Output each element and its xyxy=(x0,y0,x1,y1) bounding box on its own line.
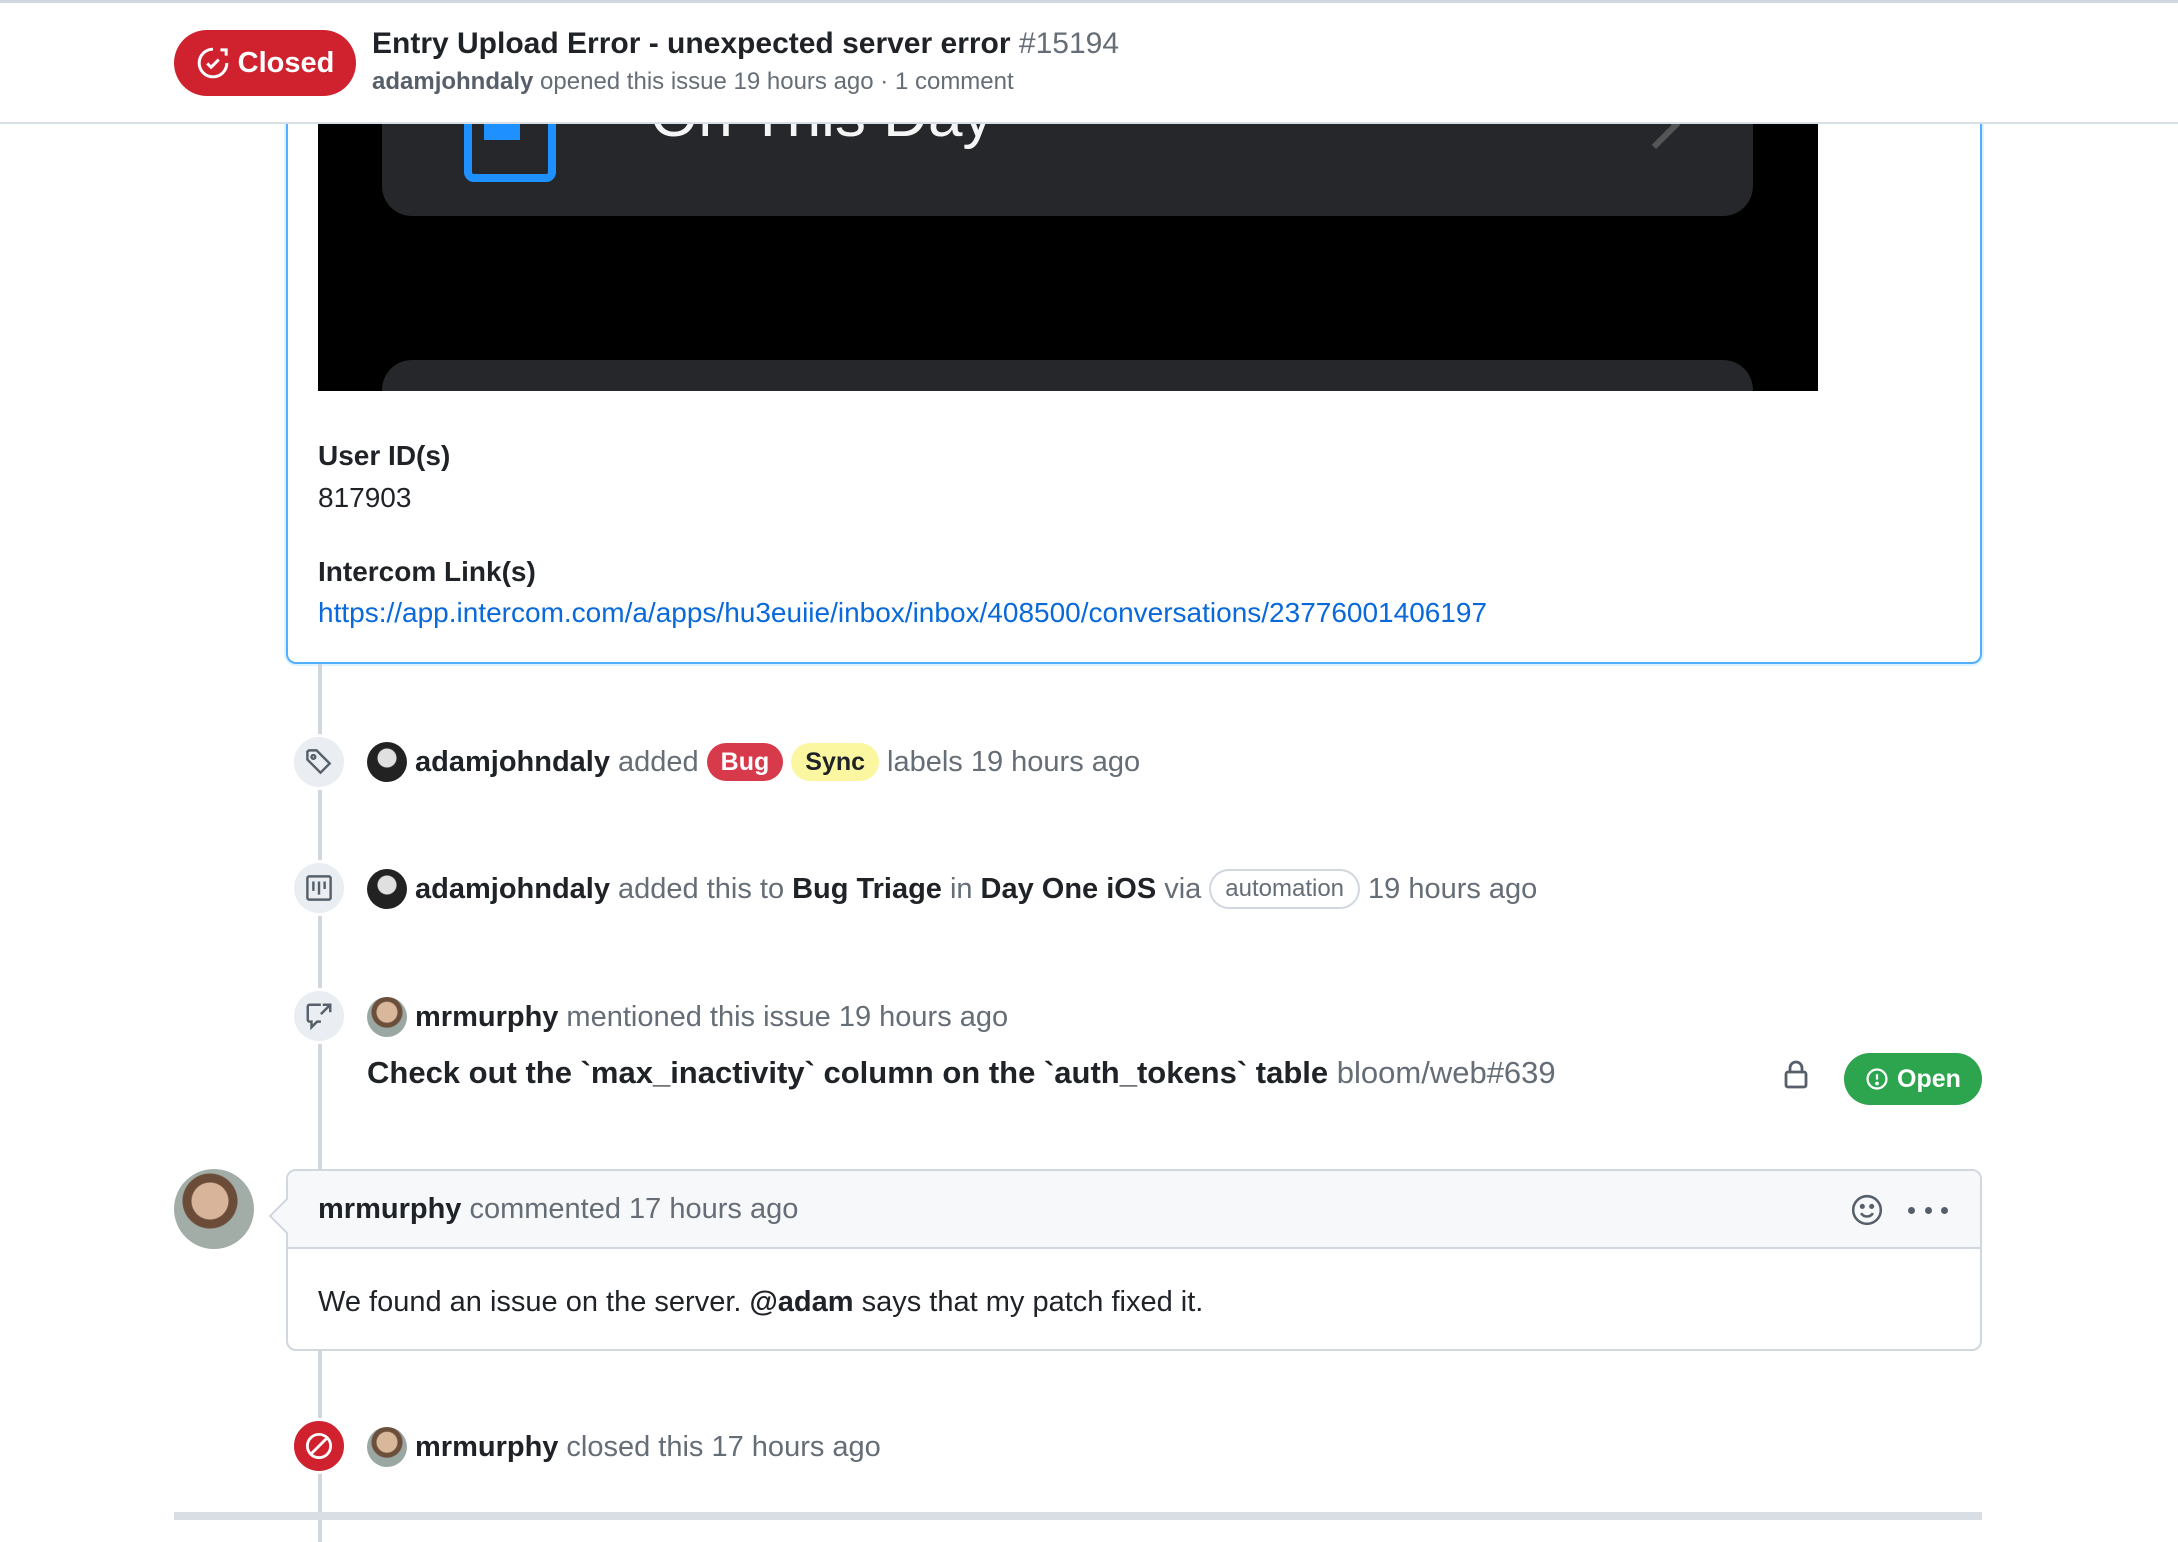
pr-status-label: Open xyxy=(1897,1064,1961,1093)
project-board-link[interactable]: Day One iOS xyxy=(981,873,1157,906)
cross-reference-repo[interactable]: bloom/web#639 xyxy=(1337,1055,1556,1090)
issue-opened-icon xyxy=(1866,1068,1888,1090)
timeline-event-project: adamjohndaly added this to Bug Triage in… xyxy=(367,866,1537,912)
timeline-event-closed: mrmurphy closed this 17 hours ago xyxy=(367,1424,881,1470)
cross-reference-icon xyxy=(306,1003,332,1031)
issue-meta-text: opened this issue 19 hours ago · 1 comme… xyxy=(540,68,1014,95)
comment-text: says that my patch fixed it. xyxy=(861,1286,1204,1318)
event-suffix: labels 19 hours ago xyxy=(887,745,1141,778)
timeline-end-divider xyxy=(174,1512,1982,1520)
tag-icon xyxy=(306,749,332,775)
timeline-event-labels: adamjohndaly added Bug Sync labels 19 ho… xyxy=(367,739,1140,785)
issue-sticky-header: Closed Entry Upload Error - unexpected s… xyxy=(0,0,2178,124)
event-actor-link[interactable]: mrmurphy xyxy=(415,1001,558,1034)
comment-card: mrmurphy commented 17 hours ago We found… xyxy=(286,1169,1982,1351)
screenshot-list-row: On This Day xyxy=(382,124,1753,216)
avatar[interactable] xyxy=(367,742,407,782)
chevron-right-icon xyxy=(1631,124,1681,150)
issue-title-text: Entry Upload Error - unexpected server e… xyxy=(372,27,1011,60)
timeline-badge-closed xyxy=(291,1418,347,1474)
pr-status-badge: Open xyxy=(1844,1053,1982,1105)
embedded-screenshot[interactable]: On This Day xyxy=(318,124,1818,391)
event-actor-link[interactable]: adamjohndaly xyxy=(415,746,610,779)
comment-body: We found an issue on the server. @adam s… xyxy=(318,1286,1203,1319)
timeline-badge-project xyxy=(291,860,347,916)
event-text: closed this 17 hours ago xyxy=(566,1430,881,1463)
user-mention-link[interactable]: @adam xyxy=(750,1286,854,1318)
timeline-event-mention: mrmurphy mentioned this issue 19 hours a… xyxy=(367,994,1008,1040)
user-ids-value: 817903 xyxy=(318,482,412,513)
screenshot-row-text: On This Day xyxy=(650,124,993,151)
automation-badge: automation xyxy=(1209,869,1361,909)
event-connector: in xyxy=(949,872,973,905)
comment-author-avatar[interactable] xyxy=(174,1169,254,1249)
project-icon xyxy=(306,875,332,901)
event-verb: added xyxy=(618,745,699,778)
circle-slash-icon xyxy=(305,1432,333,1460)
lock-icon xyxy=(1784,1060,1808,1089)
intercom-heading: Intercom Link(s) xyxy=(318,556,536,587)
issue-closed-icon xyxy=(197,47,228,79)
intercom-link[interactable]: https://app.intercom.com/a/apps/hu3euiie… xyxy=(318,597,1487,629)
avatar[interactable] xyxy=(367,869,407,909)
calendar-icon xyxy=(464,124,556,182)
issue-status-label: Closed xyxy=(237,46,335,79)
event-time[interactable]: 19 hours ago xyxy=(1368,873,1537,906)
event-verb: added this to xyxy=(618,872,785,905)
avatar[interactable] xyxy=(367,997,407,1037)
smiley-icon[interactable] xyxy=(1850,1193,1884,1227)
comment-author-link[interactable]: mrmurphy xyxy=(318,1193,461,1225)
issue-author-link[interactable]: adamjohndaly xyxy=(372,68,533,95)
kebab-horizontal-icon[interactable] xyxy=(1908,1193,1948,1227)
comment-header: mrmurphy commented 17 hours ago xyxy=(288,1171,1980,1249)
event-actor-link[interactable]: mrmurphy xyxy=(415,1431,558,1464)
event-actor-link[interactable]: adamjohndaly xyxy=(415,873,610,906)
user-ids-heading: User ID(s) xyxy=(318,440,451,471)
label-sync[interactable]: Sync xyxy=(791,743,880,781)
cross-reference-title[interactable]: Check out the `max_inactivity` column on… xyxy=(367,1055,1328,1090)
cross-reference-item[interactable]: Check out the `max_inactivity` column on… xyxy=(367,1055,1556,1091)
project-column-link[interactable]: Bug Triage xyxy=(792,873,942,906)
label-bug[interactable]: Bug xyxy=(706,743,784,781)
screenshot-list-row xyxy=(382,360,1753,391)
issue-number: #15194 xyxy=(1018,27,1119,60)
timeline-badge-labels xyxy=(291,734,347,790)
comment-meta: mrmurphy commented 17 hours ago xyxy=(318,1193,798,1226)
timeline-line xyxy=(318,664,322,1542)
issue-meta: adamjohndaly opened this issue 19 hours … xyxy=(372,68,1014,96)
issue-status-badge: Closed xyxy=(174,30,356,96)
comment-timestamp[interactable]: commented 17 hours ago xyxy=(469,1193,798,1225)
avatar[interactable] xyxy=(367,1427,407,1467)
comment-text: We found an issue on the server. xyxy=(318,1286,742,1318)
timeline-badge-mention xyxy=(291,988,347,1044)
event-connector: via xyxy=(1164,872,1202,905)
event-text: mentioned this issue 19 hours ago xyxy=(566,1000,1009,1033)
issue-title: Entry Upload Error - unexpected server e… xyxy=(372,27,1119,61)
